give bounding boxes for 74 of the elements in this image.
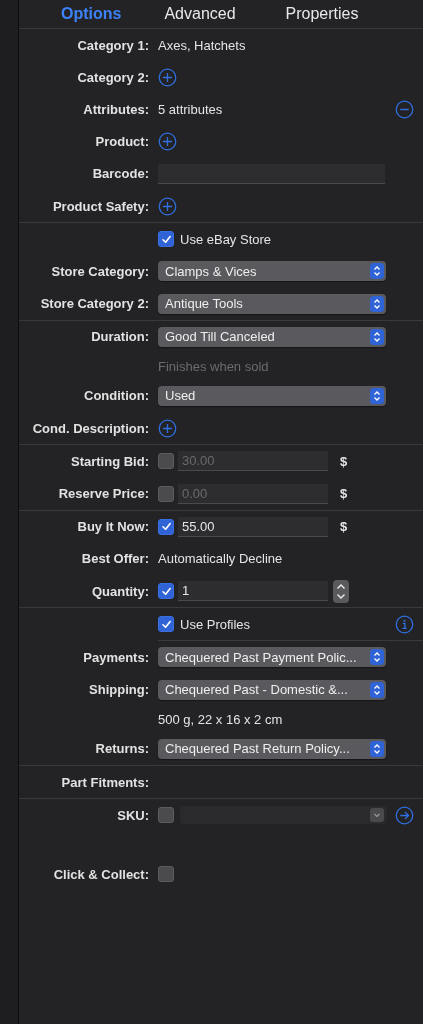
add-icon[interactable] xyxy=(158,132,177,152)
checkbox[interactable] xyxy=(158,485,174,502)
checkmark-icon xyxy=(160,521,172,533)
info-text: Finishes when sold xyxy=(158,358,269,374)
checkmark-icon xyxy=(160,618,172,630)
up-down-arrows-icon xyxy=(370,681,384,698)
arrow-right-icon[interactable] xyxy=(395,805,414,825)
up-down-arrows-icon xyxy=(370,295,384,312)
add-icon[interactable] xyxy=(158,67,177,87)
field-label: Product Safety: xyxy=(51,198,150,214)
stepper-icon[interactable] xyxy=(333,579,349,603)
field-label: Reserve Price: xyxy=(57,486,150,502)
field-label: Click & Collect: xyxy=(52,866,150,882)
quantity-field[interactable]: 1 xyxy=(178,581,328,602)
field-label: Cond. Description: xyxy=(31,420,150,436)
remove-icon[interactable] xyxy=(395,99,414,119)
currency-text: $ xyxy=(340,519,348,535)
popup-button[interactable]: Clamps & Vices xyxy=(158,261,386,282)
field-label: Part Fitments: xyxy=(60,774,150,790)
field-label: Best Offer: xyxy=(80,551,150,567)
field-label: Category 2: xyxy=(76,69,150,85)
field-label: Payments: xyxy=(82,649,150,665)
checkbox[interactable] xyxy=(158,616,174,633)
up-down-arrows-icon xyxy=(370,328,384,345)
field-label: Attributes: xyxy=(82,101,150,117)
field-label: Buy It Now: xyxy=(76,519,150,535)
checkbox[interactable] xyxy=(158,866,174,883)
tab[interactable]: Options xyxy=(43,0,139,28)
up-down-arrows-icon xyxy=(370,740,384,757)
checkbox-label[interactable]: Use Profiles xyxy=(180,616,251,632)
info-text: 500 g, 22 x 16 x 2 cm xyxy=(158,711,283,727)
price-field[interactable]: 55.00 xyxy=(178,516,328,537)
field-label: Store Category: xyxy=(50,263,150,279)
value-text: Automatically Decline xyxy=(158,551,283,567)
checkbox[interactable] xyxy=(158,583,174,600)
popup-button[interactable]: Chequered Past - Domestic &... xyxy=(158,679,386,700)
field-label: Barcode: xyxy=(91,166,150,182)
up-down-arrows-icon xyxy=(370,263,384,280)
up-down-arrows-icon xyxy=(370,387,384,404)
field-label: Duration: xyxy=(90,329,150,345)
popup-button[interactable]: Antique Tools xyxy=(158,293,386,314)
popup-button[interactable]: Chequered Past Return Policy... xyxy=(158,738,386,759)
popup-button[interactable]: Chequered Past Payment Polic... xyxy=(158,647,386,668)
info-icon[interactable] xyxy=(395,614,414,634)
field-label: SKU: xyxy=(116,807,150,823)
field-label: Shipping: xyxy=(88,682,150,698)
combo-box[interactable] xyxy=(180,806,387,825)
field-label: Quantity: xyxy=(90,583,150,599)
tab[interactable]: Advanced xyxy=(139,0,261,28)
up-down-arrows-icon xyxy=(370,649,384,666)
add-icon[interactable] xyxy=(158,196,177,216)
value-text: 5 attributes xyxy=(158,101,223,117)
checkbox[interactable] xyxy=(158,807,174,824)
currency-text: $ xyxy=(340,486,348,502)
field-label: Returns: xyxy=(94,741,150,757)
popup-button[interactable]: Used xyxy=(158,385,386,406)
checkbox[interactable] xyxy=(158,518,174,535)
value-text: Axes, Hatchets xyxy=(158,37,246,53)
checkmark-icon xyxy=(160,585,172,597)
chevron-down-icon[interactable] xyxy=(370,808,384,823)
field-label: Category 1: xyxy=(76,37,150,53)
checkbox[interactable] xyxy=(158,453,174,470)
add-icon[interactable] xyxy=(158,418,177,438)
currency-text: $ xyxy=(340,453,348,469)
field-label: Condition: xyxy=(83,388,150,404)
checkbox[interactable] xyxy=(158,231,174,248)
checkbox-label[interactable]: Use eBay Store xyxy=(180,231,272,247)
field-label: Product: xyxy=(94,134,150,150)
field-label: Store Category 2: xyxy=(39,296,150,312)
popup-button[interactable]: Good Till Canceled xyxy=(158,326,386,347)
tab[interactable]: Properties xyxy=(261,0,383,28)
checkmark-icon xyxy=(160,233,172,245)
field-label: Starting Bid: xyxy=(70,453,150,469)
input-field[interactable] xyxy=(158,163,385,184)
